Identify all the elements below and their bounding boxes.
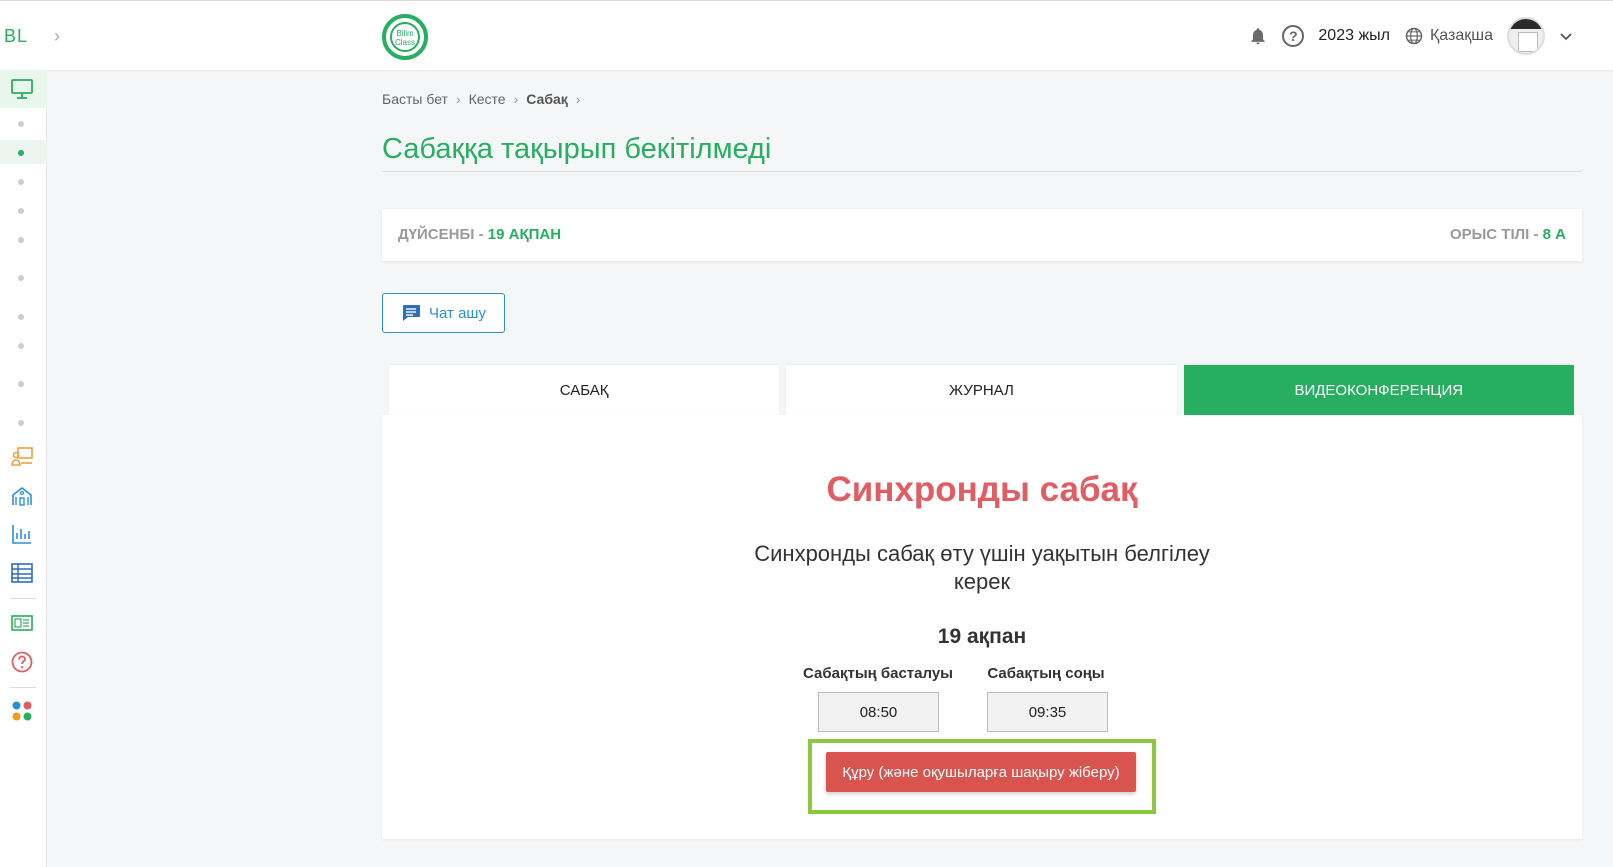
lesson-day: ДҮЙСЕНБІ - [398,226,488,243]
sidebar-subitem-dot[interactable] [18,275,24,281]
tab-journal[interactable]: ЖУРНАЛ [786,365,1177,415]
sidebar-subitem-dot[interactable] [18,381,24,387]
sidebar-subitem-dot[interactable] [18,121,24,127]
breadcrumb-home[interactable]: Басты бет [382,91,448,107]
bell-icon[interactable] [1248,26,1268,46]
language-label: Қазақша [1429,27,1493,44]
brand-logo-text: Bilim Class [390,22,420,52]
top-right-controls: ? 2023 жыл Қазақша [1248,17,1573,55]
sync-lesson-date: 19 ақпан [937,625,1027,648]
sidebar-expand-icon[interactable]: › [44,19,70,53]
year-selector[interactable]: 2023 жыл [1318,27,1390,45]
title-divider [382,171,1582,172]
breadcrumb: Басты бет › Кесте › Сабақ › [382,91,580,107]
brand-logo[interactable]: Bilim Class [382,14,428,60]
sidebar-subitem-dot[interactable] [18,420,24,426]
page-title: Сабаққа тақырып бекітілмеді [382,133,772,165]
news-card-icon[interactable] [10,611,34,635]
end-time-input[interactable] [987,692,1108,732]
end-time-label: Сабақтың соңы [987,665,1105,682]
create-conference-button[interactable]: Құру (және оқушыларға шақыру жіберу) [826,752,1136,792]
lesson-date: ДҮЙСЕНБІ - 19 АҚПАН [398,226,561,243]
breadcrumb-chevron-icon: › [513,91,519,107]
sync-lesson-title: Синхронды сабақ [826,470,1138,509]
sidebar-subitem-dot[interactable] [18,179,24,185]
language-selector[interactable]: Қазақша [1404,26,1493,46]
table-icon[interactable] [10,561,34,585]
chevron-down-icon[interactable] [1559,29,1573,43]
videoconference-panel: Синхронды сабақ Синхронды сабақ өту үшін… [382,415,1582,839]
lesson-class: 8 А [1542,226,1566,243]
sidebar-divider [10,598,36,599]
tab-lesson[interactable]: САБАҚ [389,365,780,415]
globe-icon [1405,27,1423,45]
side-logo[interactable]: BL [4,26,28,47]
avatar[interactable] [1507,17,1545,55]
lesson-tabs: САБАҚ ЖУРНАЛ ВИДЕОКОНФЕРЕНЦИЯ [389,365,1574,415]
breadcrumb-lesson: Сабақ [526,91,568,107]
lesson-info-card: ДҮЙСЕНБІ - 19 АҚПАН ОРЫС ТІЛІ - 8 А [382,209,1582,261]
open-chat-label: Чат ашу [429,304,486,322]
bar-chart-icon[interactable] [10,522,34,546]
apps-grid-icon[interactable] [10,699,34,723]
lesson-subject-name: ОРЫС ТІЛІ - [1449,226,1543,243]
tab-videoconference[interactable]: ВИДЕОКОНФЕРЕНЦИЯ [1183,365,1574,415]
lesson-date-value: 19 АҚПАН [487,226,562,243]
top-bar: BL › Bilim Class ? 2023 жыл Қазақша [0,0,1613,70]
breadcrumb-schedule[interactable]: Кесте [469,91,506,107]
help-icon[interactable]: ? [1282,25,1305,47]
lesson-subject: ОРЫС ТІЛІ - 8 А [1450,226,1566,243]
sidebar-subitem-dot[interactable] [18,237,24,243]
sidebar-divider [10,687,36,688]
school-building-icon[interactable] [10,484,34,508]
help-circle-icon[interactable] [10,650,34,674]
monitor-icon[interactable] [10,77,34,101]
sidebar-subitem-dot[interactable] [18,343,24,349]
breadcrumb-chevron-icon: › [575,91,581,107]
chat-icon [403,305,421,321]
sidebar-subitem-dot-active[interactable] [18,150,24,156]
teacher-board-icon[interactable] [10,445,34,469]
sidebar-subitem-dot[interactable] [18,208,24,214]
start-time-label: Сабақтың басталуы [803,665,953,682]
sidebar-subitem-dot[interactable] [18,314,24,320]
sync-lesson-description: Синхронды сабақ өту үшін уақытын белгіле… [754,541,1210,594]
start-time-input[interactable] [818,692,939,732]
open-chat-button[interactable]: Чат ашу [382,293,505,333]
breadcrumb-chevron-icon: › [455,91,461,107]
sidebar [0,70,47,867]
